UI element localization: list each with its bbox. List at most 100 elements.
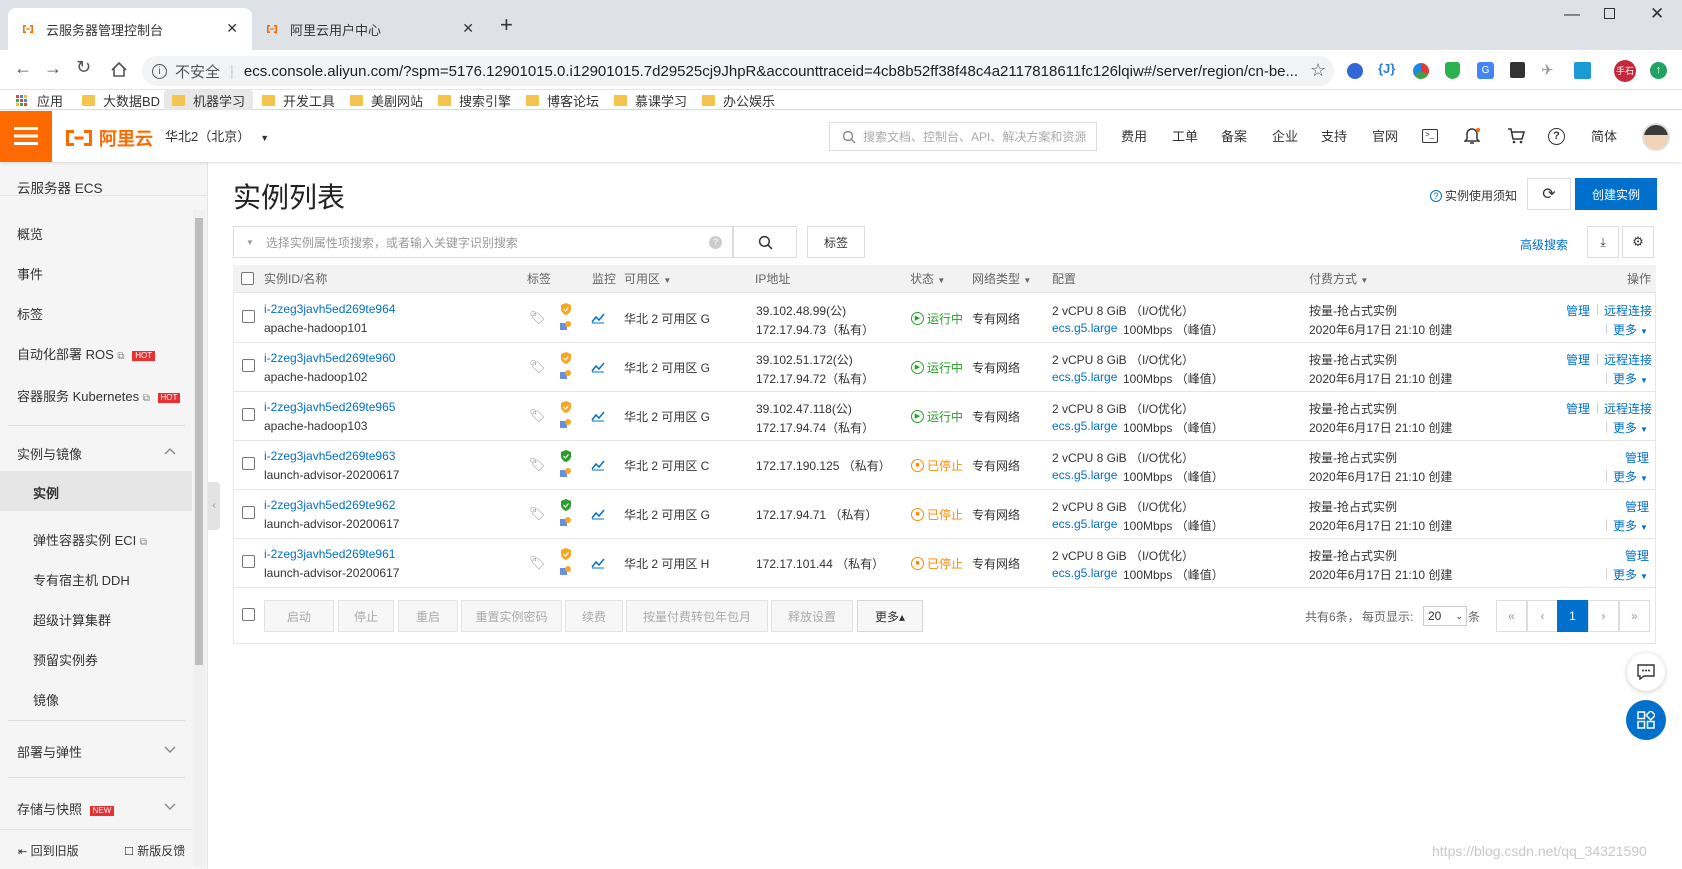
chevron-down-icon[interactable] [164,746,176,754]
nav-link-icp[interactable]: 备案 [1221,111,1247,162]
monitor-chart-icon[interactable] [591,459,605,471]
security-shield-icon[interactable] [560,400,572,414]
tab-ecs-console[interactable]: 云服务器管理控制台 ✕ [8,8,252,50]
row-checkbox[interactable] [242,310,255,323]
create-instance-button[interactable]: 创建实例 [1575,178,1657,210]
snapshot-icon[interactable] [559,467,572,479]
manage-link[interactable]: 管理 [1566,302,1590,319]
language-switch[interactable]: 简体 [1591,111,1617,162]
export-button[interactable]: ⤓ [1587,226,1619,258]
instance-type-link[interactable]: ecs.g5.large [1052,517,1117,531]
chevron-down-icon[interactable] [164,803,176,811]
bookmark-folder[interactable]: 大数据BD [82,90,160,110]
restart-button[interactable]: 重启 [398,600,458,632]
sidebar-group-storage[interactable]: 存储与快照 NEW [17,799,115,818]
manage-link[interactable]: 管理 [1625,498,1649,515]
monitor-chart-icon[interactable] [591,557,605,569]
home-icon[interactable] [110,61,128,79]
back-icon[interactable]: ← [14,58,32,79]
remote-connect-link[interactable]: 远程连接 [1604,351,1652,368]
instance-search-input[interactable]: ▼ 选择实例属性项搜索，或者输入关键字识别搜索 ? [233,226,733,258]
security-shield-icon[interactable] [560,351,572,365]
nav-link-support[interactable]: 支持 [1321,111,1347,162]
cart-icon[interactable] [1507,128,1525,144]
help-icon[interactable]: ? [1548,128,1565,145]
current-page-button[interactable]: 1 [1557,600,1588,632]
bookmark-folder[interactable]: 美剧网站 [350,90,423,110]
row-checkbox[interactable] [242,408,255,421]
snapshot-icon[interactable] [559,565,572,577]
terminal-icon[interactable]: >_ [1422,129,1438,143]
instance-type-link[interactable]: ecs.g5.large [1052,566,1117,580]
advanced-search-link[interactable]: 高级搜索 [1520,236,1568,253]
col-header-billing[interactable]: 付费方式 ▼ [1309,265,1368,293]
nav-link-billing[interactable]: 费用 [1121,111,1147,162]
close-tab-icon[interactable]: ✕ [226,20,238,37]
info-icon[interactable]: i [152,63,167,79]
tag-icon[interactable]: 🏷︎ [529,359,546,375]
snapshot-icon[interactable] [559,418,572,430]
search-button[interactable] [733,226,797,258]
bookmark-star-icon[interactable]: ☆ [1310,60,1326,81]
aliyun-logo[interactable]: 阿里云 [64,125,153,151]
bookmark-folder[interactable]: 博客论坛 [526,90,599,110]
more-dropdown[interactable]: 更多 ▼ [1613,370,1648,387]
sidebar-scrollbar[interactable] [193,210,205,867]
sidebar-item-ros[interactable]: 自动化部署 ROS ⧉ HOT [17,344,156,363]
bookmark-apps[interactable]: 应用 [16,90,63,110]
monitor-chart-icon[interactable] [591,312,605,324]
menu-toggle-button[interactable] [0,111,52,162]
translate-extension-icon[interactable]: G [1477,62,1494,79]
help-icon[interactable]: ? [709,236,722,249]
json-extension-icon[interactable]: {J} [1378,61,1395,76]
snapshot-icon[interactable] [559,516,572,528]
nav-link-ticket[interactable]: 工单 [1172,111,1198,162]
row-checkbox[interactable] [242,506,255,519]
stop-button[interactable]: 停止 [338,600,394,632]
tag-icon[interactable]: 🏷︎ [529,408,546,424]
security-shield-icon[interactable] [560,302,572,316]
instance-id-link[interactable]: i-2zeg3javh5ed269te962 [264,498,395,512]
instance-type-link[interactable]: ecs.g5.large [1052,321,1117,335]
select-all-checkbox[interactable] [241,272,254,285]
nav-link-enterprise[interactable]: 企业 [1272,111,1298,162]
renew-button[interactable]: 续费 [565,600,623,632]
select-all-bottom-checkbox[interactable] [242,608,255,621]
row-checkbox[interactable] [242,555,255,568]
remote-connect-link[interactable]: 远程连接 [1604,302,1652,319]
forward-icon[interactable]: → [44,58,62,79]
instance-id-link[interactable]: i-2zeg3javh5ed269te965 [264,400,395,414]
sidebar-item-kubernetes[interactable]: 容器服务 Kubernetes ⧉ HOT [17,386,181,405]
sidebar-collapse-handle[interactable]: ‹ [208,482,220,530]
instance-id-link[interactable]: i-2zeg3javh5ed269te960 [264,351,395,365]
extension-1-icon[interactable] [1347,63,1363,79]
nav-link-official-site[interactable]: 官网 [1372,111,1398,162]
start-button[interactable]: 启动 [264,600,334,632]
region-selector[interactable]: 华北2（北京） ▼ [165,111,269,162]
reload-icon[interactable]: ↻ [76,57,91,78]
screenshot-extension-icon[interactable] [1574,62,1591,79]
tab-user-center[interactable]: 阿里云用户中心 ✕ [252,8,488,50]
close-window-icon[interactable]: ✕ [1650,4,1664,24]
feedback-link[interactable]: ☐ 新版反馈 [124,842,185,859]
back-to-old-version-link[interactable]: ⇤ 回到旧版 [18,842,79,859]
bird-extension-icon[interactable]: ✈ [1541,61,1554,79]
remote-connect-link[interactable]: 远程连接 [1604,400,1652,417]
scrollbar-thumb[interactable] [195,218,203,665]
instance-id-link[interactable]: i-2zeg3javh5ed269te963 [264,449,395,463]
minimize-icon[interactable]: — [1564,6,1580,24]
security-shield-icon[interactable] [560,547,572,561]
bookmark-folder[interactable]: 开发工具 [262,90,335,110]
first-page-button[interactable]: « [1496,600,1527,632]
row-checkbox[interactable] [242,457,255,470]
reset-password-button[interactable]: 重置实例密码 [461,600,562,632]
per-page-select[interactable]: 20 ⌄ [1423,606,1467,626]
bookmark-folder[interactable]: 搜索引擎 [438,90,511,110]
monitor-chart-icon[interactable] [591,508,605,520]
sidebar-item-supercomputing[interactable]: 超级计算集群 [33,610,111,629]
tag-icon[interactable]: 🏷︎ [529,506,546,522]
chat-button[interactable] [1627,653,1665,691]
more-actions-button[interactable]: 更多▴ [857,600,923,632]
tag-filter-button[interactable]: 标签 [807,226,865,258]
col-header-zone[interactable]: 可用区 ▼ [624,265,671,293]
